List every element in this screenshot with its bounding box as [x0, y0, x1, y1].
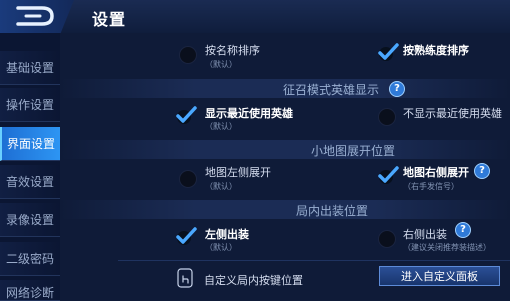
- tab-secondary-password[interactable]: 二级密码: [0, 242, 60, 276]
- hero-display-section-title: 征召模式英雄显示: [283, 83, 380, 97]
- hide-recent-heroes-label: 不显示最近使用英雄: [403, 107, 502, 120]
- custom-key-position-label: 自定义局内按键位置: [204, 274, 303, 287]
- divider: [118, 260, 510, 261]
- sort-by-proficiency-label: 按熟练度排序: [403, 44, 469, 57]
- tab-operation-settings[interactable]: 操作设置: [0, 88, 60, 122]
- sort-by-name-label: 按名称排序: [205, 44, 260, 57]
- phone-touch-icon: [177, 268, 193, 288]
- tab-network-diagnosis[interactable]: 网络诊断: [0, 280, 60, 301]
- back-button[interactable]: [0, 0, 74, 33]
- tab-interface-settings[interactable]: 界面设置: [0, 127, 60, 161]
- show-recent-heroes-sub: （默认）: [205, 122, 237, 131]
- equip-right-label: 右侧出装: [403, 228, 447, 241]
- equip-right-sub: （建议关闭推荐装描述）: [403, 243, 491, 252]
- minimap-left-sub: （默认）: [205, 182, 237, 191]
- minimap-right-checkbox[interactable]: [377, 165, 399, 185]
- equip-right-radio[interactable]: [378, 230, 396, 248]
- equipment-section-title: 局内出装位置: [296, 204, 369, 218]
- hero-display-help-icon[interactable]: ?: [389, 81, 405, 97]
- sort-by-name-radio[interactable]: [179, 46, 197, 64]
- minimap-section-bar: [60, 140, 510, 159]
- minimap-section-title: 小地图展开位置: [311, 144, 396, 158]
- sort-by-name-sub: （默认）: [205, 60, 237, 69]
- show-recent-heroes-label: 显示最近使用英雄: [205, 107, 293, 120]
- sidebar: 基础设置 操作设置 界面设置 音效设置 录像设置 二级密码 网络诊断: [0, 33, 60, 301]
- minimap-right-sub: （右手发信号）: [403, 182, 459, 191]
- minimap-left-radio[interactable]: [179, 170, 197, 188]
- hide-recent-heroes-radio[interactable]: [378, 108, 396, 126]
- tab-replay-settings[interactable]: 录像设置: [0, 203, 60, 237]
- minimap-left-label: 地图左侧展开: [205, 166, 271, 179]
- tab-basic-settings[interactable]: 基础设置: [0, 51, 60, 85]
- page-title: 设置: [92, 10, 127, 29]
- enter-custom-panel-button[interactable]: 进入自定义面板: [379, 266, 500, 286]
- equip-left-sub: （默认）: [205, 243, 237, 252]
- back-logo-icon: [16, 6, 54, 26]
- sort-by-proficiency-checkbox[interactable]: [377, 42, 399, 62]
- minimap-help-icon[interactable]: ?: [474, 163, 490, 179]
- minimap-right-label: 地图右侧展开: [403, 166, 469, 179]
- show-recent-heroes-checkbox[interactable]: [175, 105, 197, 125]
- equip-left-label: 左侧出装: [205, 228, 249, 241]
- equip-left-checkbox[interactable]: [175, 226, 197, 246]
- equipment-help-icon[interactable]: ?: [455, 222, 471, 238]
- top-bar: 设置: [0, 0, 510, 34]
- equipment-section-bar: [60, 200, 510, 219]
- tab-sound-settings[interactable]: 音效设置: [0, 165, 60, 199]
